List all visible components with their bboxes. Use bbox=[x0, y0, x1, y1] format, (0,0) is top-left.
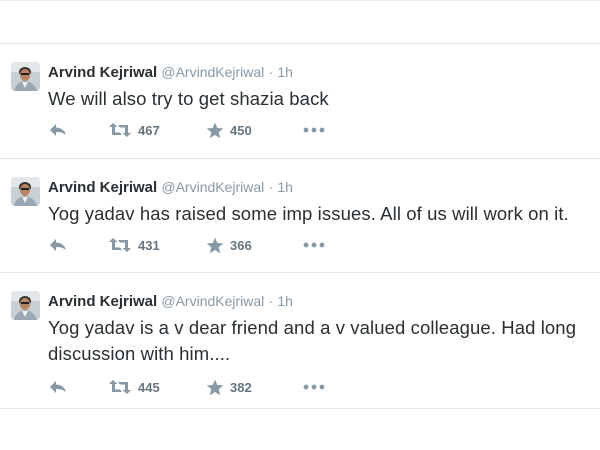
tweet-header: Arvind Kejriwal @ArvindKejriwal · 1h bbox=[48, 62, 293, 83]
favorite-button[interactable]: 382 bbox=[206, 377, 252, 397]
author-fullname[interactable]: Arvind Kejriwal bbox=[48, 64, 157, 81]
tweet-text: Yog yadav is a v dear friend and a v val… bbox=[48, 317, 577, 364]
favorite-count: 382 bbox=[230, 379, 252, 395]
favorite-count: 450 bbox=[230, 122, 252, 138]
avatar[interactable] bbox=[11, 62, 40, 91]
header-separator: · bbox=[268, 179, 274, 195]
author-fullname[interactable]: Arvind Kejriwal bbox=[48, 179, 157, 196]
favorite-button[interactable]: 450 bbox=[206, 120, 252, 140]
favorite-button[interactable]: 366 bbox=[206, 235, 252, 255]
retweet-count: 467 bbox=[138, 122, 160, 138]
author-username[interactable]: @ArvindKejriwal bbox=[161, 179, 264, 195]
more-button[interactable] bbox=[303, 235, 325, 255]
tweet-actions: 467 450 bbox=[48, 120, 368, 140]
avatar[interactable] bbox=[11, 177, 40, 206]
retweet-button[interactable]: 431 bbox=[108, 235, 160, 255]
retweet-icon bbox=[109, 238, 131, 252]
star-icon bbox=[206, 237, 224, 253]
tweet-timeline: Arvind Kejriwal @ArvindKejriwal · 1h We … bbox=[0, 0, 600, 450]
more-button[interactable] bbox=[303, 120, 325, 140]
more-icon bbox=[303, 384, 325, 390]
author-username[interactable]: @ArvindKejriwal bbox=[161, 64, 264, 80]
more-icon bbox=[303, 242, 325, 248]
more-button[interactable] bbox=[303, 377, 325, 397]
retweet-icon bbox=[109, 380, 131, 394]
tweet-timestamp[interactable]: 1h bbox=[277, 64, 293, 80]
tweet[interactable]: Arvind Kejriwal @ArvindKejriwal · 1h Yog… bbox=[0, 159, 600, 273]
more-icon bbox=[303, 127, 325, 133]
retweet-button[interactable]: 467 bbox=[108, 120, 160, 140]
retweet-count: 445 bbox=[138, 379, 160, 395]
tweet-timestamp[interactable]: 1h bbox=[277, 179, 293, 195]
tweet-header: Arvind Kejriwal @ArvindKejriwal · 1h bbox=[48, 291, 293, 312]
header-separator: · bbox=[268, 293, 274, 309]
retweet-count: 431 bbox=[138, 237, 160, 253]
tweet[interactable]: Arvind Kejriwal @ArvindKejriwal · 1h Yog… bbox=[0, 273, 600, 409]
tweet-text: Yog yadav has raised some imp issues. Al… bbox=[48, 203, 569, 224]
reply-icon bbox=[50, 381, 66, 393]
avatar[interactable] bbox=[11, 291, 40, 320]
tweet[interactable]: Arvind Kejriwal @ArvindKejriwal · 1h We … bbox=[0, 43, 600, 159]
avatar-image bbox=[11, 62, 40, 91]
tweet-text: We will also try to get shazia back bbox=[48, 88, 329, 109]
reply-icon bbox=[50, 124, 66, 136]
avatar-image bbox=[11, 291, 40, 320]
avatar-image bbox=[11, 177, 40, 206]
tweet-header: Arvind Kejriwal @ArvindKejriwal · 1h bbox=[48, 177, 293, 198]
retweet-button[interactable]: 445 bbox=[108, 377, 160, 397]
tweet-timestamp[interactable]: 1h bbox=[277, 293, 293, 309]
star-icon bbox=[206, 379, 224, 395]
tweet-actions: 431 366 bbox=[48, 235, 368, 255]
reply-icon bbox=[50, 239, 66, 251]
reply-button[interactable] bbox=[48, 235, 68, 255]
author-username[interactable]: @ArvindKejriwal bbox=[161, 293, 264, 309]
star-icon bbox=[206, 122, 224, 138]
reply-button[interactable] bbox=[48, 377, 68, 397]
retweet-icon bbox=[109, 123, 131, 137]
header-separator: · bbox=[268, 64, 274, 80]
author-fullname[interactable]: Arvind Kejriwal bbox=[48, 293, 157, 310]
tweet-actions: 445 382 bbox=[48, 377, 368, 397]
reply-button[interactable] bbox=[48, 120, 68, 140]
favorite-count: 366 bbox=[230, 237, 252, 253]
